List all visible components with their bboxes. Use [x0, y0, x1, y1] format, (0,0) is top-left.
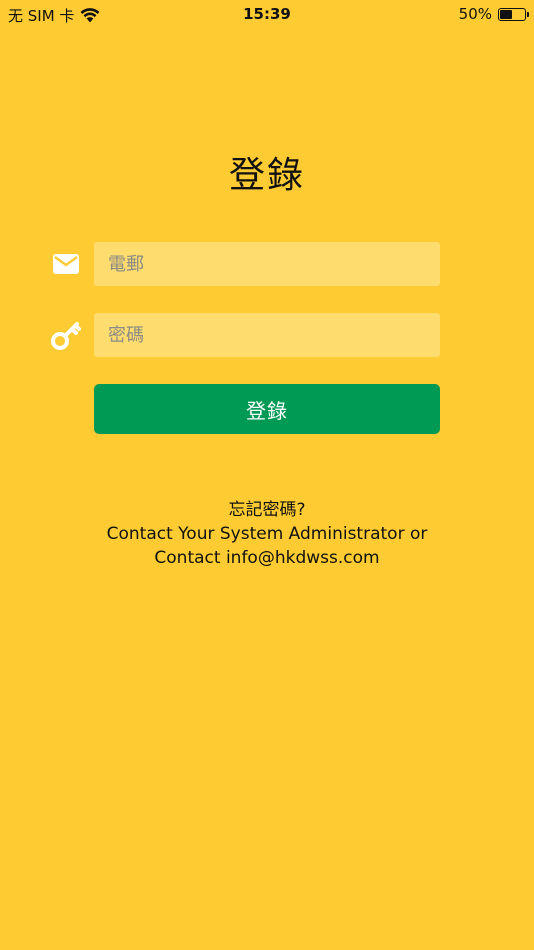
- email-row: [0, 242, 534, 286]
- password-row: [0, 313, 534, 357]
- help-block: 忘記密碼? Contact Your System Administrator …: [0, 498, 534, 570]
- clock: 15:39: [243, 5, 291, 23]
- contact-email-text[interactable]: Contact info@hkdwss.com: [0, 546, 534, 570]
- email-input[interactable]: [94, 242, 440, 286]
- battery-percent: 50%: [458, 5, 492, 23]
- key-icon: [51, 322, 81, 350]
- battery-fill: [500, 9, 512, 19]
- forgot-password-text[interactable]: 忘記密碼?: [0, 498, 534, 522]
- password-input[interactable]: [94, 313, 440, 357]
- contact-admin-text: Contact Your System Administrator or: [106, 524, 428, 544]
- battery-icon: [498, 7, 529, 21]
- envelope-icon: [53, 254, 79, 274]
- page-title: 登錄: [228, 155, 305, 196]
- status-bar: 无 SIM 卡 15:39 50%: [0, 0, 534, 28]
- status-right: 50%: [458, 5, 529, 23]
- login-button[interactable]: 登錄: [94, 384, 440, 434]
